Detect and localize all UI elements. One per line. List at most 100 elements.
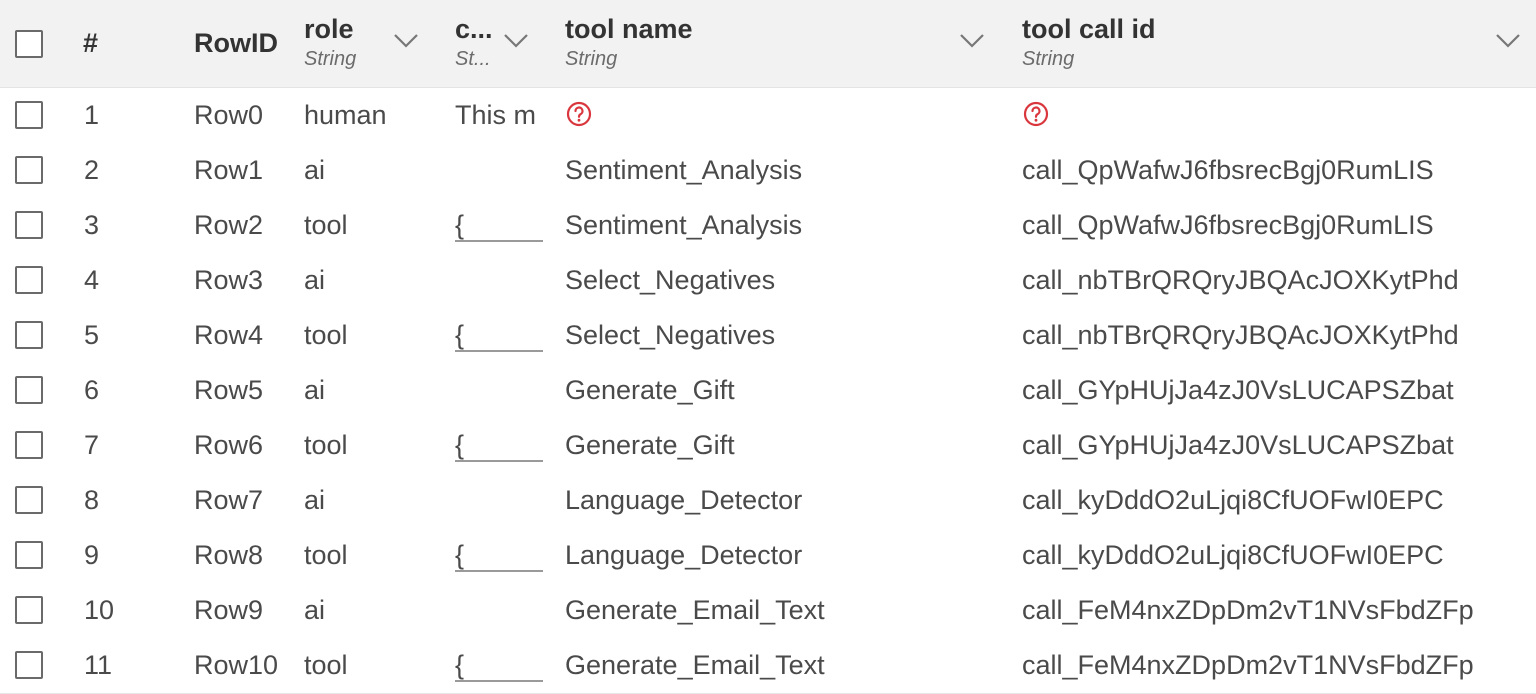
- table-row[interactable]: 6 Row5 ai Generate_Gift call_GYpHUjJa4zJ0VsL…: [0, 363, 1536, 419]
- cell-index: 1: [84, 100, 100, 130]
- cell-tool-call-id: call_kyDddO2uLjqi8CfUOFwI0EPC: [1022, 540, 1444, 570]
- cell-role: tool: [304, 210, 348, 240]
- cell-role: tool: [304, 540, 348, 570]
- table-row[interactable]: 1 Row0 human This m: [0, 88, 1536, 144]
- chevron-down-icon[interactable]: [1494, 30, 1522, 50]
- cell-content: {: [455, 650, 543, 682]
- cell-tool-call-id: call_QpWafwJ6fbsrecBgj0RumLIS: [1022, 210, 1434, 240]
- cell-index: 10: [84, 595, 115, 625]
- cell-role: ai: [304, 595, 326, 625]
- row-checkbox[interactable]: [15, 376, 43, 404]
- cell-content: {: [455, 210, 543, 242]
- column-type-tool-call-id: String: [1022, 48, 1075, 70]
- table-row[interactable]: 2 Row1 ai Sentiment_Analysis call_QpWafwJ6fb…: [0, 143, 1536, 199]
- table-row[interactable]: 7 Row6 tool { Generate_Gift call_GYpHUjJa4zJ0…: [0, 418, 1536, 474]
- cell-index: 3: [84, 210, 100, 240]
- cell-index: 8: [84, 485, 100, 515]
- cell-index: 7: [84, 430, 100, 460]
- column-type-tool-name: String: [565, 48, 618, 70]
- cell-rowid: Row0: [194, 100, 264, 130]
- cell-role: ai: [304, 485, 326, 515]
- cell-role: ai: [304, 155, 326, 185]
- row-checkbox[interactable]: [15, 486, 43, 514]
- cell-tool-call-id: call_nbTBrQRQryJBQAcJOXKytPhd: [1022, 320, 1459, 350]
- column-type-role: String: [304, 48, 357, 70]
- table-row[interactable]: 8 Row7 ai Language_Detector call_kyDddO2uLjq…: [0, 473, 1536, 529]
- cell-role: ai: [304, 375, 326, 405]
- cell-tool-name: Select_Negatives: [565, 265, 776, 295]
- cell-rowid: Row8: [194, 540, 264, 570]
- table-row[interactable]: 10 Row9 ai Generate_Email_Text call_FeM4nxZD…: [0, 583, 1536, 639]
- cell-rowid: Row4: [194, 320, 264, 350]
- table-row[interactable]: 9 Row8 tool { Language_Detector call_kyDddO2u…: [0, 528, 1536, 584]
- row-checkbox[interactable]: [15, 321, 43, 349]
- cell-tool-name: Language_Detector: [565, 540, 803, 570]
- column-header-role[interactable]: role: [304, 14, 354, 45]
- cell-rowid: Row5: [194, 375, 264, 405]
- chevron-down-icon[interactable]: [392, 30, 420, 50]
- cell-content: {: [455, 540, 543, 572]
- cell-rowid: Row3: [194, 265, 264, 295]
- row-checkbox[interactable]: [15, 101, 43, 129]
- table-row[interactable]: 5 Row4 tool { Select_Negatives call_nbTBrQRQr…: [0, 308, 1536, 364]
- cell-tool-name: Language_Detector: [565, 485, 803, 515]
- column-header-rowid[interactable]: RowID: [194, 28, 278, 59]
- data-table: # RowID role String c... St... tool name…: [0, 0, 1536, 694]
- chevron-down-icon[interactable]: [502, 30, 530, 50]
- row-checkbox[interactable]: [15, 541, 43, 569]
- cell-tool-call-id: call_FeM4nxZDpDm2vT1NVsFbdZFp: [1022, 650, 1474, 680]
- cell-tool-call-id: call_GYpHUjJa4zJ0VsLUCAPSZbat: [1022, 375, 1454, 405]
- table-header: # RowID role String c... St... tool name…: [0, 0, 1536, 88]
- cell-tool-name: Generate_Email_Text: [565, 595, 825, 625]
- missing-value-icon: [1023, 101, 1049, 127]
- cell-index: 4: [84, 265, 100, 295]
- cell-tool-name: Generate_Email_Text: [565, 650, 825, 680]
- cell-index: 2: [84, 155, 100, 185]
- cell-rowid: Row9: [194, 595, 264, 625]
- column-type-content: St...: [455, 48, 491, 70]
- cell-content: {: [455, 320, 543, 352]
- cell-index: 11: [84, 650, 113, 680]
- column-header-tool-name[interactable]: tool name: [565, 14, 693, 45]
- cell-role: tool: [304, 320, 348, 350]
- cell-role: ai: [304, 265, 326, 295]
- cell-tool-call-id: call_FeM4nxZDpDm2vT1NVsFbdZFp: [1022, 595, 1474, 625]
- cell-tool-name: Generate_Gift: [565, 430, 735, 460]
- column-header-index[interactable]: #: [83, 28, 98, 59]
- cell-index: 6: [84, 375, 100, 405]
- cell-index: 9: [84, 540, 100, 570]
- row-checkbox[interactable]: [15, 651, 43, 679]
- column-header-tool-call-id[interactable]: tool call id: [1022, 14, 1156, 45]
- row-checkbox[interactable]: [15, 431, 43, 459]
- row-checkbox[interactable]: [15, 211, 43, 239]
- cell-index: 5: [84, 320, 100, 350]
- cell-tool-call-id: call_GYpHUjJa4zJ0VsLUCAPSZbat: [1022, 430, 1454, 460]
- cell-rowid: Row10: [194, 650, 279, 680]
- cell-rowid: Row7: [194, 485, 264, 515]
- cell-role: tool: [304, 430, 348, 460]
- cell-tool-call-id: call_QpWafwJ6fbsrecBgj0RumLIS: [1022, 155, 1434, 185]
- cell-content: This m: [455, 100, 536, 130]
- cell-tool-name: Select_Negatives: [565, 320, 776, 350]
- cell-tool-name: Sentiment_Analysis: [565, 210, 803, 240]
- cell-rowid: Row2: [194, 210, 264, 240]
- cell-role: tool: [304, 650, 348, 680]
- select-all-checkbox[interactable]: [15, 30, 43, 58]
- cell-content: {: [455, 430, 543, 462]
- cell-rowid: Row6: [194, 430, 264, 460]
- cell-role: human: [304, 100, 387, 130]
- table-row[interactable]: 3 Row2 tool { Sentiment_Analysis call_QpWafwJ…: [0, 198, 1536, 254]
- cell-rowid: Row1: [194, 155, 264, 185]
- row-checkbox[interactable]: [15, 596, 43, 624]
- row-checkbox[interactable]: [15, 156, 43, 184]
- table-row[interactable]: 11 Row10 tool { Generate_Email_Text call_FeM4…: [0, 638, 1536, 694]
- cell-tool-call-id: call_nbTBrQRQryJBQAcJOXKytPhd: [1022, 265, 1459, 295]
- chevron-down-icon[interactable]: [958, 30, 986, 50]
- cell-tool-name: Sentiment_Analysis: [565, 155, 803, 185]
- missing-value-icon: [566, 101, 592, 127]
- column-header-content[interactable]: c...: [455, 14, 497, 45]
- cell-tool-name: Generate_Gift: [565, 375, 735, 405]
- table-row[interactable]: 4 Row3 ai Select_Negatives call_nbTBrQRQryJB…: [0, 253, 1536, 309]
- cell-tool-call-id: call_kyDddO2uLjqi8CfUOFwI0EPC: [1022, 485, 1444, 515]
- row-checkbox[interactable]: [15, 266, 43, 294]
